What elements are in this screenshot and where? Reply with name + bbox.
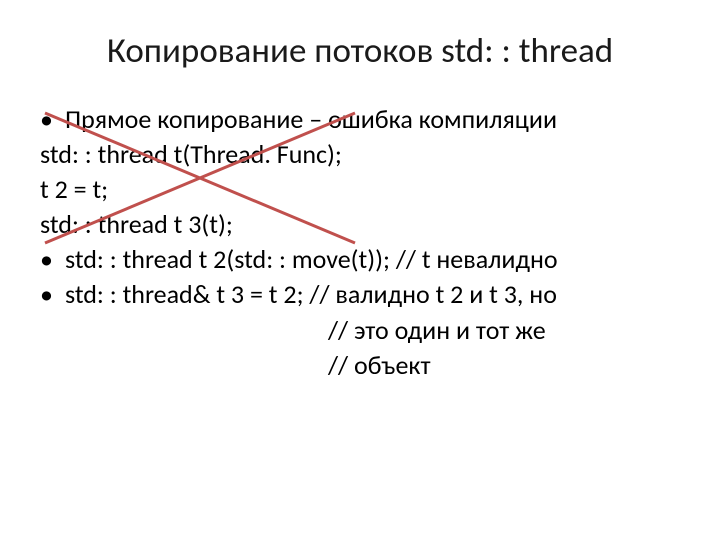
comment-line-1: // это один и тот же: [40, 313, 680, 348]
code-line-2: t 2 = t;: [40, 172, 680, 207]
comment-line-2: // объект: [40, 348, 680, 383]
crossed-code-block: std: : thread t(Thread. Func); t 2 = t; …: [40, 137, 680, 242]
bullet-icon: •: [40, 242, 53, 277]
slide-content: • Прямое копирование – ошибка компиляции…: [40, 102, 680, 383]
code-line-3: std: : thread t 3(t);: [40, 207, 680, 242]
bullet-item-2: • std: : thread t 2(std: : move(t)); // …: [40, 242, 680, 277]
slide-title: Копирование потоков std: : thread: [40, 30, 680, 72]
code-line-1: std: : thread t(Thread. Func);: [40, 137, 680, 172]
bullet-item-1: • Прямое копирование – ошибка компиляции: [40, 102, 680, 137]
bullet-icon: •: [40, 102, 53, 137]
bullet-icon: •: [40, 277, 53, 312]
bullet-item-3: • std: : thread& t 3 = t 2; // валидно t…: [40, 277, 680, 312]
bullet-text-1: Прямое копирование – ошибка компиляции: [65, 102, 557, 137]
bullet-text-3: std: : thread& t 3 = t 2; // валидно t 2…: [65, 277, 557, 312]
bullet-text-2: std: : thread t 2(std: : move(t)); // t …: [65, 242, 558, 277]
